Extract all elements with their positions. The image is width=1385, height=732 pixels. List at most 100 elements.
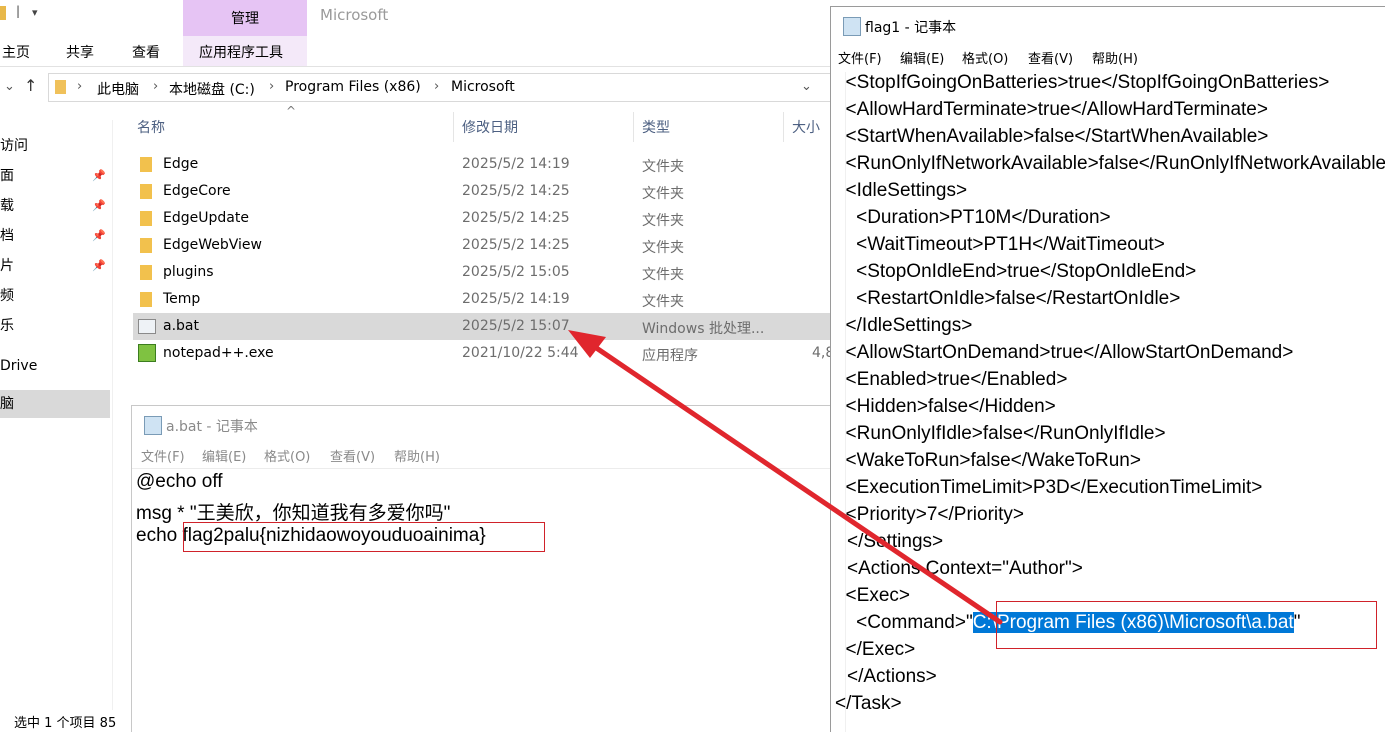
file-date: 2025/5/2 14:19 (462, 156, 570, 172)
chevron-down-icon[interactable]: ▾ (32, 6, 38, 19)
ribbon-title-bar: | ▾ (0, 0, 830, 36)
xml-line[interactable]: <StopIfGoingOnBatteries>true</StopIfGoin… (835, 72, 1330, 94)
nav-item-quick-access[interactable]: 访问 (0, 132, 110, 160)
nav-item-videos[interactable]: 频 (0, 282, 110, 310)
file-type: 文件夹 (642, 186, 684, 202)
sort-up-icon: ^ (286, 104, 297, 118)
address-bar[interactable]: › 此电脑 › 本地磁盘 (C:) › Program Files (x86) … (48, 73, 831, 102)
xml-line[interactable]: <IdleSettings> (835, 180, 968, 202)
file-row[interactable]: EdgeCore 2025/5/2 14:25 文件夹 (133, 178, 830, 205)
file-name: plugins (163, 264, 214, 280)
menu-help[interactable]: 帮助(H) (1092, 48, 1138, 67)
back-chevron-icon[interactable]: ⌄ (4, 79, 15, 94)
file-type: Windows 批处理... (642, 321, 765, 337)
notepadpp-icon (138, 344, 156, 362)
xml-line[interactable]: <Enabled>true</Enabled> (835, 369, 1068, 391)
up-arrow-icon[interactable]: ↑ (24, 76, 37, 95)
manage-context-tab[interactable]: 管理 (183, 0, 307, 36)
xml-line[interactable]: <RunOnlyIfIdle>false</RunOnlyIfIdle> (835, 423, 1166, 445)
file-row[interactable]: EdgeUpdate 2025/5/2 14:25 文件夹 (133, 205, 830, 232)
xml-line[interactable]: <StartWhenAvailable>false</StartWhenAvai… (835, 126, 1269, 148)
file-row[interactable]: Edge 2025/5/2 14:19 文件夹 (133, 151, 830, 178)
xml-line[interactable]: <Actions Context="Author"> (847, 558, 1083, 580)
xml-line[interactable]: <Duration>PT10M</Duration> (835, 207, 1111, 229)
text-line-2[interactable]: msg * "王美欣，你知道我有多爱你吗" (136, 498, 450, 525)
column-divider[interactable] (783, 112, 784, 142)
column-header-date[interactable]: 修改日期 (462, 117, 518, 137)
window-title: Microsoft (320, 6, 389, 24)
nav-item-music[interactable]: 乐 (0, 312, 110, 340)
xml-line[interactable]: <RestartOnIdle>false</RestartOnIdle> (835, 288, 1180, 310)
nav-label: Drive (0, 358, 38, 374)
tab-home[interactable]: 主页 (2, 42, 30, 62)
xml-line[interactable]: <ExecutionTimeLimit>P3D</ExecutionTimeLi… (835, 477, 1263, 499)
nav-label: 访问 (0, 138, 28, 154)
nav-item-pictures[interactable]: 片 📌 (0, 252, 110, 280)
file-row[interactable]: EdgeWebView 2025/5/2 14:25 文件夹 (133, 232, 830, 259)
folder-icon (140, 265, 152, 280)
pin-icon: 📌 (92, 229, 106, 242)
file-row[interactable]: plugins 2025/5/2 15:05 文件夹 (133, 259, 830, 286)
nav-label: 载 (0, 198, 14, 214)
menu-file[interactable]: 文件(F) (141, 446, 185, 465)
breadcrumb-local-disk[interactable]: 本地磁盘 (C:) (169, 79, 255, 99)
file-type: 文件夹 (642, 240, 684, 256)
file-name: EdgeWebView (163, 237, 262, 253)
folder-icon (140, 211, 152, 226)
xml-line[interactable]: <Priority>7</Priority> (835, 504, 1024, 526)
xml-line[interactable]: </Actions> (847, 666, 937, 688)
menu-view[interactable]: 查看(V) (1028, 48, 1073, 67)
breadcrumb-program-files[interactable]: Program Files (x86) (285, 79, 421, 95)
xml-line[interactable]: </Task> (835, 693, 902, 715)
file-name: EdgeUpdate (163, 210, 249, 226)
menu-edit[interactable]: 编辑(E) (900, 48, 944, 67)
xml-line[interactable]: <AllowHardTerminate>true</AllowHardTermi… (835, 99, 1268, 121)
file-name: notepad++.exe (163, 345, 274, 361)
xml-line[interactable]: <StopOnIdleEnd>true</StopOnIdleEnd> (835, 261, 1196, 283)
text-line-1[interactable]: @echo off (136, 471, 223, 493)
tab-app-tools[interactable]: 应用程序工具 (199, 42, 283, 62)
file-row[interactable]: notepad++.exe 2021/10/22 5:44 应用程序 4,8 (133, 340, 834, 367)
xml-line[interactable]: <WakeToRun>false</WakeToRun> (835, 450, 1141, 472)
file-row-selected[interactable]: a.bat 2025/5/2 15:07 Windows 批处理... (133, 313, 830, 340)
xml-line[interactable]: <Exec> (835, 585, 910, 607)
breadcrumb-microsoft[interactable]: Microsoft (451, 79, 515, 95)
file-row[interactable]: Temp 2025/5/2 14:19 文件夹 (133, 286, 830, 313)
nav-item-onedrive[interactable]: Drive (0, 352, 110, 380)
xml-line[interactable]: <AllowStartOnDemand>true</AllowStartOnDe… (835, 342, 1294, 364)
dropdown-chevron-icon[interactable]: ⌄ (801, 79, 812, 94)
nav-item-desktop[interactable]: 面 📌 (0, 162, 110, 190)
file-type: 应用程序 (642, 348, 698, 364)
nav-item-downloads[interactable]: 载 📌 (0, 192, 110, 220)
xml-line[interactable]: <Hidden>false</Hidden> (835, 396, 1056, 418)
xml-line[interactable]: </Settings> (847, 531, 943, 553)
manage-tab-label: 管理 (231, 11, 259, 27)
xml-line[interactable]: <RunOnlyIfNetworkAvailable>false</RunOnl… (835, 153, 1385, 175)
column-divider[interactable] (633, 112, 634, 142)
menu-help[interactable]: 帮助(H) (394, 446, 440, 465)
xml-line[interactable]: </IdleSettings> (835, 315, 973, 337)
notepad-flag1-window: flag1 - 记事本 文件(F) 编辑(E) 格式(O) 查看(V) 帮助(H… (830, 6, 1385, 732)
window-title: a.bat - 记事本 (166, 419, 258, 435)
tab-share[interactable]: 共享 (66, 42, 94, 62)
menu-format[interactable]: 格式(O) (264, 446, 310, 465)
command-prefix: <Command>" (835, 612, 973, 633)
menu-file[interactable]: 文件(F) (838, 48, 882, 67)
menu-edit[interactable]: 编辑(E) (202, 446, 246, 465)
xml-line[interactable]: <WaitTimeout>PT1H</WaitTimeout> (835, 234, 1165, 256)
menu-format[interactable]: 格式(O) (962, 48, 1008, 67)
file-date: 2025/5/2 14:19 (462, 291, 570, 307)
column-header-type[interactable]: 类型 (642, 117, 670, 137)
column-header-name[interactable]: 名称 (137, 117, 165, 137)
tab-view[interactable]: 查看 (132, 42, 160, 62)
menu-view[interactable]: 查看(V) (330, 446, 375, 465)
file-date: 2025/5/2 14:25 (462, 210, 570, 226)
column-header-size[interactable]: 大小 (792, 117, 820, 137)
nav-item-documents[interactable]: 档 📌 (0, 222, 110, 250)
breadcrumb-this-pc[interactable]: 此电脑 (97, 79, 139, 99)
breadcrumb-separator: › (434, 79, 440, 94)
column-divider[interactable] (453, 112, 454, 142)
nav-item-this-pc[interactable]: 脑 (0, 390, 110, 418)
xml-line[interactable]: </Exec> (835, 639, 916, 661)
nav-label: 片 (0, 258, 14, 274)
